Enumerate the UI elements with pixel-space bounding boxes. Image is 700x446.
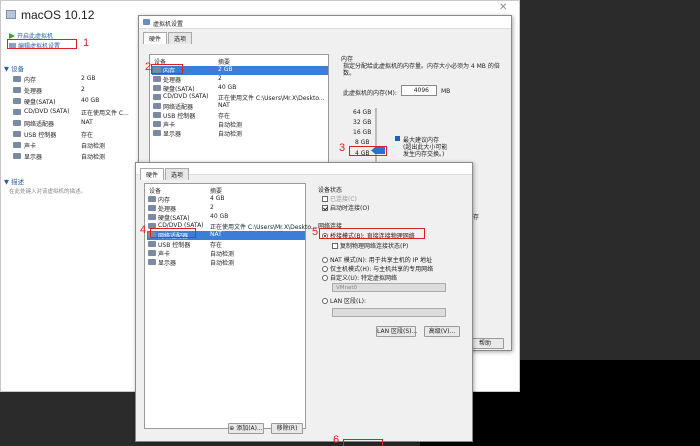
usb-icon: [13, 131, 21, 137]
sound-icon: [13, 142, 21, 148]
tab-bar: 硬件 选项: [143, 32, 193, 44]
network-icon: [153, 103, 161, 109]
cpu-icon: [153, 76, 161, 82]
nat-radio[interactable]: NAT 模式(N): 用于共享主机的 IP 地址: [322, 255, 432, 264]
max-memory-note: (超出此大小可能发生内存交换。): [403, 144, 448, 158]
memory-unit: MB: [441, 88, 451, 95]
vm-settings-dialog-network: 硬件 选项 设备 摘要 内存 4 GB 处理器 2 硬盘(SATA) 40 GB CD/…: [135, 162, 473, 442]
add-device-button[interactable]: ⊕ 添加(A)...: [228, 423, 264, 434]
max-memory-label: 最大建议内存: [403, 137, 440, 144]
network-icon: [13, 120, 21, 126]
memory-slider-track[interactable]: [375, 108, 377, 168]
disk-icon: [13, 98, 21, 104]
dialog-titlebar: 虚拟机设置: [139, 16, 511, 29]
col-summary: 摘要: [218, 59, 231, 66]
connected-checkbox[interactable]: 已连接(C): [322, 194, 357, 203]
lib-device-sound[interactable]: 声卡 自动检测: [13, 141, 153, 151]
cdrom-icon: [153, 94, 161, 100]
advanced-button[interactable]: 高级(V)...: [424, 326, 460, 337]
sound-icon: [153, 121, 161, 127]
custom-network-select[interactable]: VMnet0: [332, 283, 446, 292]
memory-group-title: 内存: [341, 56, 354, 63]
cpu-icon: [148, 205, 156, 211]
step-6: 6: [333, 434, 340, 446]
lan-segment-radio[interactable]: LAN 区段(L):: [322, 296, 366, 305]
highlight-box-4: [150, 228, 196, 238]
scale-32gb: 32 GB: [353, 119, 372, 126]
custom-radio[interactable]: 自定义(U): 特定虚拟网络: [322, 273, 397, 282]
col-device: 设备: [149, 188, 162, 195]
memory-description: 指定分配给此虚拟机的内存量。内存大小必须为 4 MB 的倍数。: [343, 63, 500, 77]
devices-header[interactable]: ▼ 设备: [4, 63, 24, 73]
tab-hardware[interactable]: 硬件: [140, 168, 165, 180]
remove-device-button[interactable]: 移除(R): [271, 423, 303, 434]
lan-segments-button[interactable]: LAN 区段(S)...: [376, 326, 417, 337]
usb-icon: [153, 112, 161, 118]
tab-options[interactable]: 选项: [165, 168, 190, 180]
highlight-box-2: [151, 64, 183, 74]
memory-icon: [13, 76, 21, 82]
disk-icon: [148, 214, 156, 220]
highlight-box-1: [7, 39, 77, 49]
vm-title: macOS 10.12: [21, 8, 95, 22]
lib-device-display[interactable]: 显示器 自动检测: [13, 152, 153, 162]
tab-options[interactable]: 选项: [168, 32, 193, 44]
max-memory-marker-icon: [395, 136, 400, 141]
tab-bar: 硬件 选项: [140, 168, 190, 180]
lib-device-disk[interactable]: 硬盘(SATA) 40 GB: [13, 97, 153, 107]
step-5: 5: [312, 226, 319, 238]
lib-device-memory[interactable]: 内存 2 GB: [13, 75, 153, 85]
scale-8gb: 8 GB: [355, 139, 370, 146]
col-summary: 摘要: [210, 188, 223, 195]
replicate-state-checkbox[interactable]: 复制物理网络连接状态(P): [332, 241, 408, 250]
display-icon: [13, 153, 21, 159]
description-text[interactable]: 在此处键入对该虚拟机的描述。: [9, 187, 86, 195]
lib-device-cpu[interactable]: 处理器 2: [13, 86, 153, 96]
disk-icon: [153, 85, 161, 91]
memory-icon: [148, 196, 156, 202]
vm-icon: [6, 10, 16, 19]
step-2: 2: [145, 61, 152, 73]
device-list: 设备 摘要 内存 4 GB 处理器 2 硬盘(SATA) 40 GB CD/DVD (…: [144, 183, 317, 429]
step-1: 1: [83, 37, 90, 49]
lib-device-usb[interactable]: USB 控制器 存在: [13, 130, 153, 140]
lan-segment-select[interactable]: [332, 308, 446, 317]
connect-on-power-checkbox[interactable]: 启动时连接(O): [322, 203, 369, 212]
display-icon: [148, 259, 156, 265]
cdrom-icon: [13, 109, 21, 115]
description-header[interactable]: ▼ 描述: [4, 176, 24, 186]
lib-device-network[interactable]: 网络适配器 NAT: [13, 119, 153, 129]
sound-icon: [148, 250, 156, 256]
vm-icon: [143, 19, 150, 25]
highlight-box-3: [349, 146, 387, 156]
memory-field-label: 此虚拟机的内存(M):: [343, 90, 397, 97]
lib-device-cdrom[interactable]: CD/DVD (SATA) 正在使用文件 C...: [13, 108, 153, 118]
cpu-icon: [13, 87, 21, 93]
tab-hardware[interactable]: 硬件: [143, 32, 168, 44]
scale-64gb: 64 GB: [353, 109, 372, 116]
host-only-radio[interactable]: 仅主机模式(H): 与主机共享的专用网络: [322, 264, 433, 273]
step-3: 3: [339, 142, 346, 154]
highlight-box-5: [319, 228, 425, 239]
device-status-title: 设备状态: [318, 187, 343, 194]
memory-input[interactable]: 4096: [401, 85, 437, 96]
highlight-box-6: [343, 439, 383, 446]
usb-icon: [148, 241, 156, 247]
scale-16gb: 16 GB: [353, 129, 372, 136]
close-icon[interactable]: ✕: [499, 2, 507, 13]
step-4: 4: [140, 224, 147, 236]
display-icon: [153, 130, 161, 136]
